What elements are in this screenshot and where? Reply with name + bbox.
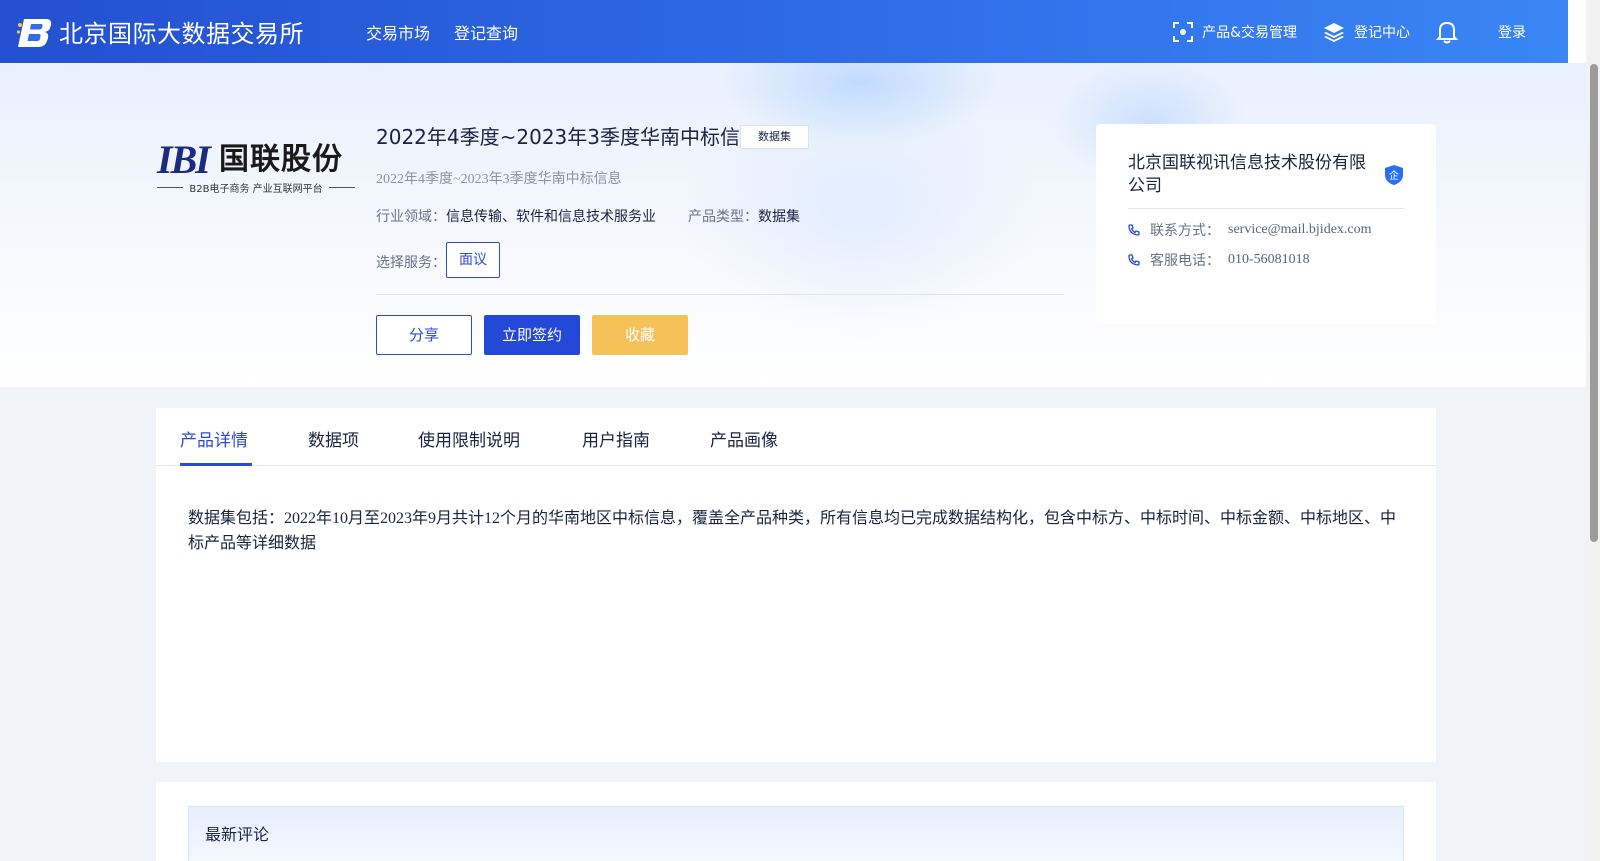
product-type-field: 产品类型：数据集 (688, 206, 800, 226)
product-title: 2022年4季度~2023年3季度华南中标信息 (376, 125, 761, 149)
phone-number: 010-56081018 (1228, 252, 1310, 267)
site-logo-icon (16, 15, 52, 49)
sign-now-button[interactable]: 立即签约 (484, 315, 580, 355)
tab-user-guide[interactable]: 用户指南 (582, 426, 650, 451)
page-scrollbar-thumb[interactable] (1590, 64, 1598, 542)
main-nav: 交易市场 登记查询 (366, 20, 542, 44)
provider-logo-text: 国联股份 (219, 142, 343, 177)
site-name: 北京国际大数据交易所 (59, 20, 304, 48)
phone-icon (1128, 224, 1140, 236)
tab-data-items[interactable]: 数据项 (308, 426, 359, 451)
contact-label: 联系方式： (1150, 223, 1220, 239)
tab-usage-restrictions[interactable]: 使用限制说明 (418, 426, 520, 451)
phone-label: 客服电话： (1150, 253, 1220, 269)
product-trade-management-button[interactable]: 产品&交易管理 (1173, 21, 1297, 42)
product-subtitle: 2022年4季度~2023年3季度华南中标信息 (376, 172, 622, 187)
seller-divider (1128, 208, 1404, 209)
notifications-button[interactable] (1436, 20, 1458, 44)
verified-badge-text: 企 (1389, 169, 1399, 182)
scan-icon (1173, 21, 1194, 42)
contact-email[interactable]: service@mail.bjidex.com (1228, 222, 1372, 238)
service-option-negotiable[interactable]: 面议 (446, 242, 500, 278)
nav-item-market[interactable]: 交易市场 (366, 20, 430, 44)
product-type-label: 产品类型： (688, 209, 758, 225)
industry-value: 信息传输、软件和信息技术服务业 (446, 209, 656, 225)
bell-icon (1436, 21, 1458, 43)
share-button[interactable]: 分享 (376, 315, 472, 355)
verified-shield-icon: 企 (1384, 164, 1404, 191)
product-description: 数据集包括：2022年10月至2023年9月共计12个月的华南地区中标信息，覆盖… (188, 510, 1397, 552)
active-tab-indicator (180, 463, 252, 466)
nav-item-registry-query[interactable]: 登记查询 (454, 20, 518, 44)
login-link[interactable]: 登录 (1498, 22, 1526, 42)
tab-product-profile[interactable]: 产品画像 (710, 426, 778, 451)
phone-icon (1128, 254, 1140, 266)
seller-name[interactable]: 北京国联视讯信息技术股份有限公司 (1128, 152, 1378, 198)
industry-label: 行业领域： (376, 209, 446, 225)
comments-header: 最新评论 (188, 806, 1404, 861)
provider-logo-subtitle: B2B电子商务 产业互联网平台 (157, 180, 355, 195)
provider-logo: IBI 国联股份 B2B电子商务 产业互联网平台 (157, 136, 355, 196)
industry-field: 行业领域：信息传输、软件和信息技术服务业 (376, 206, 656, 226)
tab-product-details[interactable]: 产品详情 (180, 426, 248, 451)
site-brand[interactable]: 北京国际大数据交易所 (16, 14, 304, 49)
header-tools: 产品&交易管理 登记中心 登录 (1173, 20, 1568, 44)
registry-center-button[interactable]: 登记中心 (1323, 21, 1410, 43)
seller-card: 北京国联视讯信息技术股份有限公司 企 联系方式： service@mail.bj… (1096, 124, 1436, 324)
header-corner (1568, 0, 1586, 63)
seller-contact-row: 联系方式： service@mail.bjidex.com (1128, 220, 1372, 240)
favorite-button[interactable]: 收藏 (592, 315, 688, 355)
seller-phone-row: 客服电话： 010-56081018 (1128, 250, 1310, 270)
product-trade-management-label: 产品&交易管理 (1202, 24, 1297, 41)
product-detail-panel: 产品详情 数据项 使用限制说明 用户指南 产品画像 数据集包括：2022年10月… (156, 408, 1436, 762)
comments-title: 最新评论 (205, 825, 270, 844)
detail-tabs: 产品详情 数据项 使用限制说明 用户指南 产品画像 (156, 408, 1436, 466)
product-type-value: 数据集 (758, 209, 800, 225)
registry-center-label: 登记中心 (1354, 24, 1410, 41)
hero-divider (376, 294, 1064, 295)
comments-section: 最新评论 (156, 782, 1436, 861)
provider-logo-mark: IBI (157, 137, 211, 182)
product-type-badge: 数据集 (740, 125, 809, 149)
service-label: 选择服务： (376, 255, 446, 271)
top-navigation-bar: 北京国际大数据交易所 交易市场 登记查询 产品&交易管理 登记中心 登录 (0, 0, 1568, 63)
layers-icon (1324, 22, 1344, 42)
